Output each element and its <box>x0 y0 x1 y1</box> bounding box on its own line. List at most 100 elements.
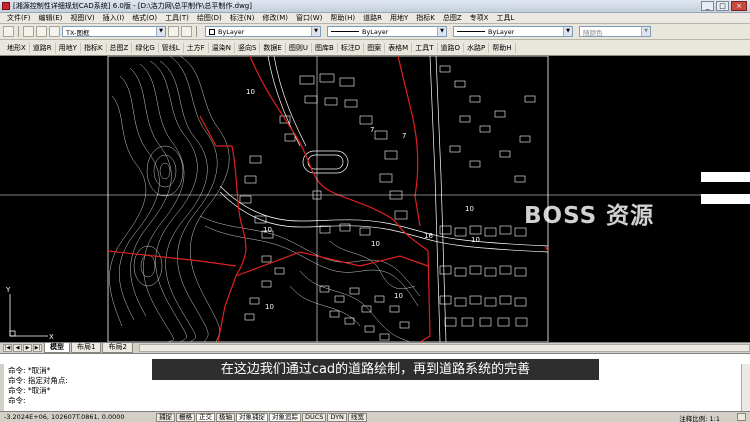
plugin-drawing-rules[interactable]: 图则U <box>286 42 312 53</box>
lineweight-dropdown[interactable]: ByLayer ▼ <box>453 26 573 37</box>
minimize-button[interactable]: _ <box>701 1 714 11</box>
plugin-pipeline[interactable]: 管线L <box>159 42 184 53</box>
road-width-label: 16 <box>424 232 433 240</box>
snap-toggle[interactable]: 捕捉 <box>156 412 175 422</box>
layer-previous-icon[interactable] <box>181 26 192 37</box>
linetype-dropdown-value: ByLayer <box>362 27 389 36</box>
dyn-toggle[interactable]: DYN <box>327 412 347 422</box>
grid-toggle[interactable]: 栅格 <box>176 412 195 422</box>
plugin-terrain[interactable]: 地形X <box>4 42 30 53</box>
maximize-button[interactable]: □ <box>716 1 729 11</box>
ducs-toggle[interactable]: DUCS <box>302 412 327 422</box>
horizontal-scrollbar[interactable] <box>138 344 750 352</box>
layer-lock-icon[interactable] <box>49 26 60 37</box>
plugin-road-o[interactable]: 道路O <box>438 42 465 53</box>
tray-settings-icon[interactable] <box>737 413 746 421</box>
menu-draw[interactable]: 绘图(D) <box>193 13 226 23</box>
menu-insert[interactable]: 插入(I) <box>99 13 129 23</box>
window-controls: _ □ × <box>701 1 747 11</box>
color-swatch <box>209 28 215 35</box>
first-tab-icon[interactable]: |◀ <box>3 344 12 352</box>
window-title: [湘源控制性详细规划CAD系统] 6.0版 - [D:\洛力网\总平制作\总平制… <box>13 2 252 10</box>
color-dropdown[interactable]: ByLayer ▼ <box>205 26 321 37</box>
command-history: 命令: *取消* 命令: 指定对角点: 命令: *取消* 命令: <box>8 366 68 406</box>
menu-window[interactable]: 窗口(W) <box>292 13 326 23</box>
layer-on-icon[interactable] <box>23 26 34 37</box>
plugin-earthwork[interactable]: 土方F <box>184 42 209 53</box>
plugin-index[interactable]: 指标K <box>81 42 107 53</box>
plugin-toolbar: 地形X 道路R 用地Y 指标K 总图Z 绿化G 管线L 土方F 温染N 竖向S … <box>0 40 750 56</box>
plugin-annotate[interactable]: 标注D <box>338 42 365 53</box>
video-subtitle: 在这边我们通过cad的道路绘制，再到道路系统的完善 <box>152 359 599 380</box>
tab-model[interactable]: 模型 <box>44 343 70 353</box>
chevron-down-icon: ▼ <box>311 27 320 36</box>
menu-index[interactable]: 指标K <box>412 13 439 23</box>
plugin-vertical[interactable]: 竖向S <box>235 42 261 53</box>
next-tab-icon[interactable]: ▶ <box>23 344 32 352</box>
annotation-scale[interactable]: 注释比例: 1:1 <box>679 413 720 422</box>
elevation-label: 10 <box>265 303 274 311</box>
menu-tools[interactable]: 工具(T) <box>161 13 193 23</box>
chevron-down-icon: ▼ <box>641 27 650 36</box>
close-button[interactable]: × <box>731 1 747 11</box>
plugin-render[interactable]: 温染N <box>209 42 235 53</box>
drawing-canvas[interactable]: 10 7 7 10 10 16 10 10 10 10 X Y BOSS 资源 <box>0 56 750 342</box>
menu-file[interactable]: 文件(F) <box>3 13 35 23</box>
lineweight-swatch <box>457 31 485 32</box>
plugin-hatch[interactable]: 图案 <box>364 42 386 53</box>
plugin-data[interactable]: 数据E <box>260 42 286 53</box>
lineweight-dropdown-value: ByLayer <box>488 27 515 36</box>
status-bar: -3.2024E+06, 102607T.0861, 0.0000 捕捉 栅格 … <box>0 411 750 422</box>
plugin-tools[interactable]: 工具T <box>412 42 438 53</box>
menu-special[interactable]: 专项X <box>466 13 493 23</box>
drawing-frame <box>107 56 549 342</box>
menu-edit[interactable]: 编辑(E) <box>35 13 67 23</box>
menu-tools-l[interactable]: 工具L <box>492 13 518 23</box>
toolbar-separator <box>196 26 197 37</box>
plugin-help[interactable]: 帮助H <box>489 42 516 53</box>
plotstyle-dropdown[interactable]: 随颜色 ▼ <box>579 26 651 37</box>
menu-road[interactable]: 道路R <box>359 13 386 23</box>
plugin-table[interactable]: 表格M <box>385 42 413 53</box>
lineweight-toggle[interactable]: 线宽 <box>347 412 367 422</box>
tab-layout1[interactable]: 布局1 <box>71 343 102 353</box>
ucs-y-label: Y <box>5 286 11 294</box>
layer-dropdown[interactable]: TX-图框 ▼ <box>62 26 166 37</box>
otrack-toggle[interactable]: 对象追踪 <box>269 412 301 422</box>
elevation-label: 10 <box>246 88 255 96</box>
plugin-road[interactable]: 道路R <box>30 42 56 53</box>
command-scrollbar[interactable] <box>741 364 750 411</box>
plugin-landuse[interactable]: 用地Y <box>56 42 81 53</box>
layer-manager-icon[interactable] <box>3 26 14 37</box>
chevron-down-icon: ▼ <box>437 27 446 36</box>
menu-dimension[interactable]: 标注(N) <box>226 13 259 23</box>
app-icon <box>2 2 10 10</box>
menu-format[interactable]: 格式(O) <box>128 13 161 23</box>
ortho-toggle[interactable]: 正交 <box>196 412 215 422</box>
plugin-siteplan[interactable]: 总图Z <box>107 42 133 53</box>
menu-siteplan[interactable]: 总图Z <box>439 13 466 23</box>
osnap-toggle[interactable]: 对象捕捉 <box>236 412 268 422</box>
prev-tab-icon[interactable]: ◀ <box>13 344 22 352</box>
command-window-grip[interactable] <box>0 364 4 411</box>
linetype-dropdown[interactable]: ByLayer ▼ <box>327 26 447 37</box>
plugin-waterway[interactable]: 水路P <box>464 42 490 53</box>
plotstyle-dropdown-value: 随颜色 <box>583 28 603 37</box>
polar-toggle[interactable]: 极轴 <box>216 412 235 422</box>
tab-layout2[interactable]: 布局2 <box>102 343 133 353</box>
building-floors-label: 7 <box>370 126 374 134</box>
building-footprints <box>239 65 536 341</box>
menu-help[interactable]: 帮助(H) <box>326 13 359 23</box>
plugin-greening[interactable]: 绿化G <box>132 42 159 53</box>
last-tab-icon[interactable]: ▶| <box>33 344 42 352</box>
menu-view[interactable]: 视图(V) <box>66 13 98 23</box>
layer-freeze-icon[interactable] <box>36 26 47 37</box>
command-prompt[interactable]: 命令: <box>8 396 68 406</box>
menu-landuse[interactable]: 用地Y <box>386 13 412 23</box>
plugin-library[interactable]: 图库B <box>312 42 338 53</box>
make-layer-current-icon[interactable] <box>168 26 179 37</box>
menu-modify[interactable]: 修改(M) <box>258 13 292 23</box>
elevation-label: 10 <box>394 292 403 300</box>
drawing-labels: 10 7 7 10 10 16 10 10 10 10 <box>246 88 480 311</box>
coordinate-readout: -3.2024E+06, 102607T.0861, 0.0000 <box>4 413 125 421</box>
